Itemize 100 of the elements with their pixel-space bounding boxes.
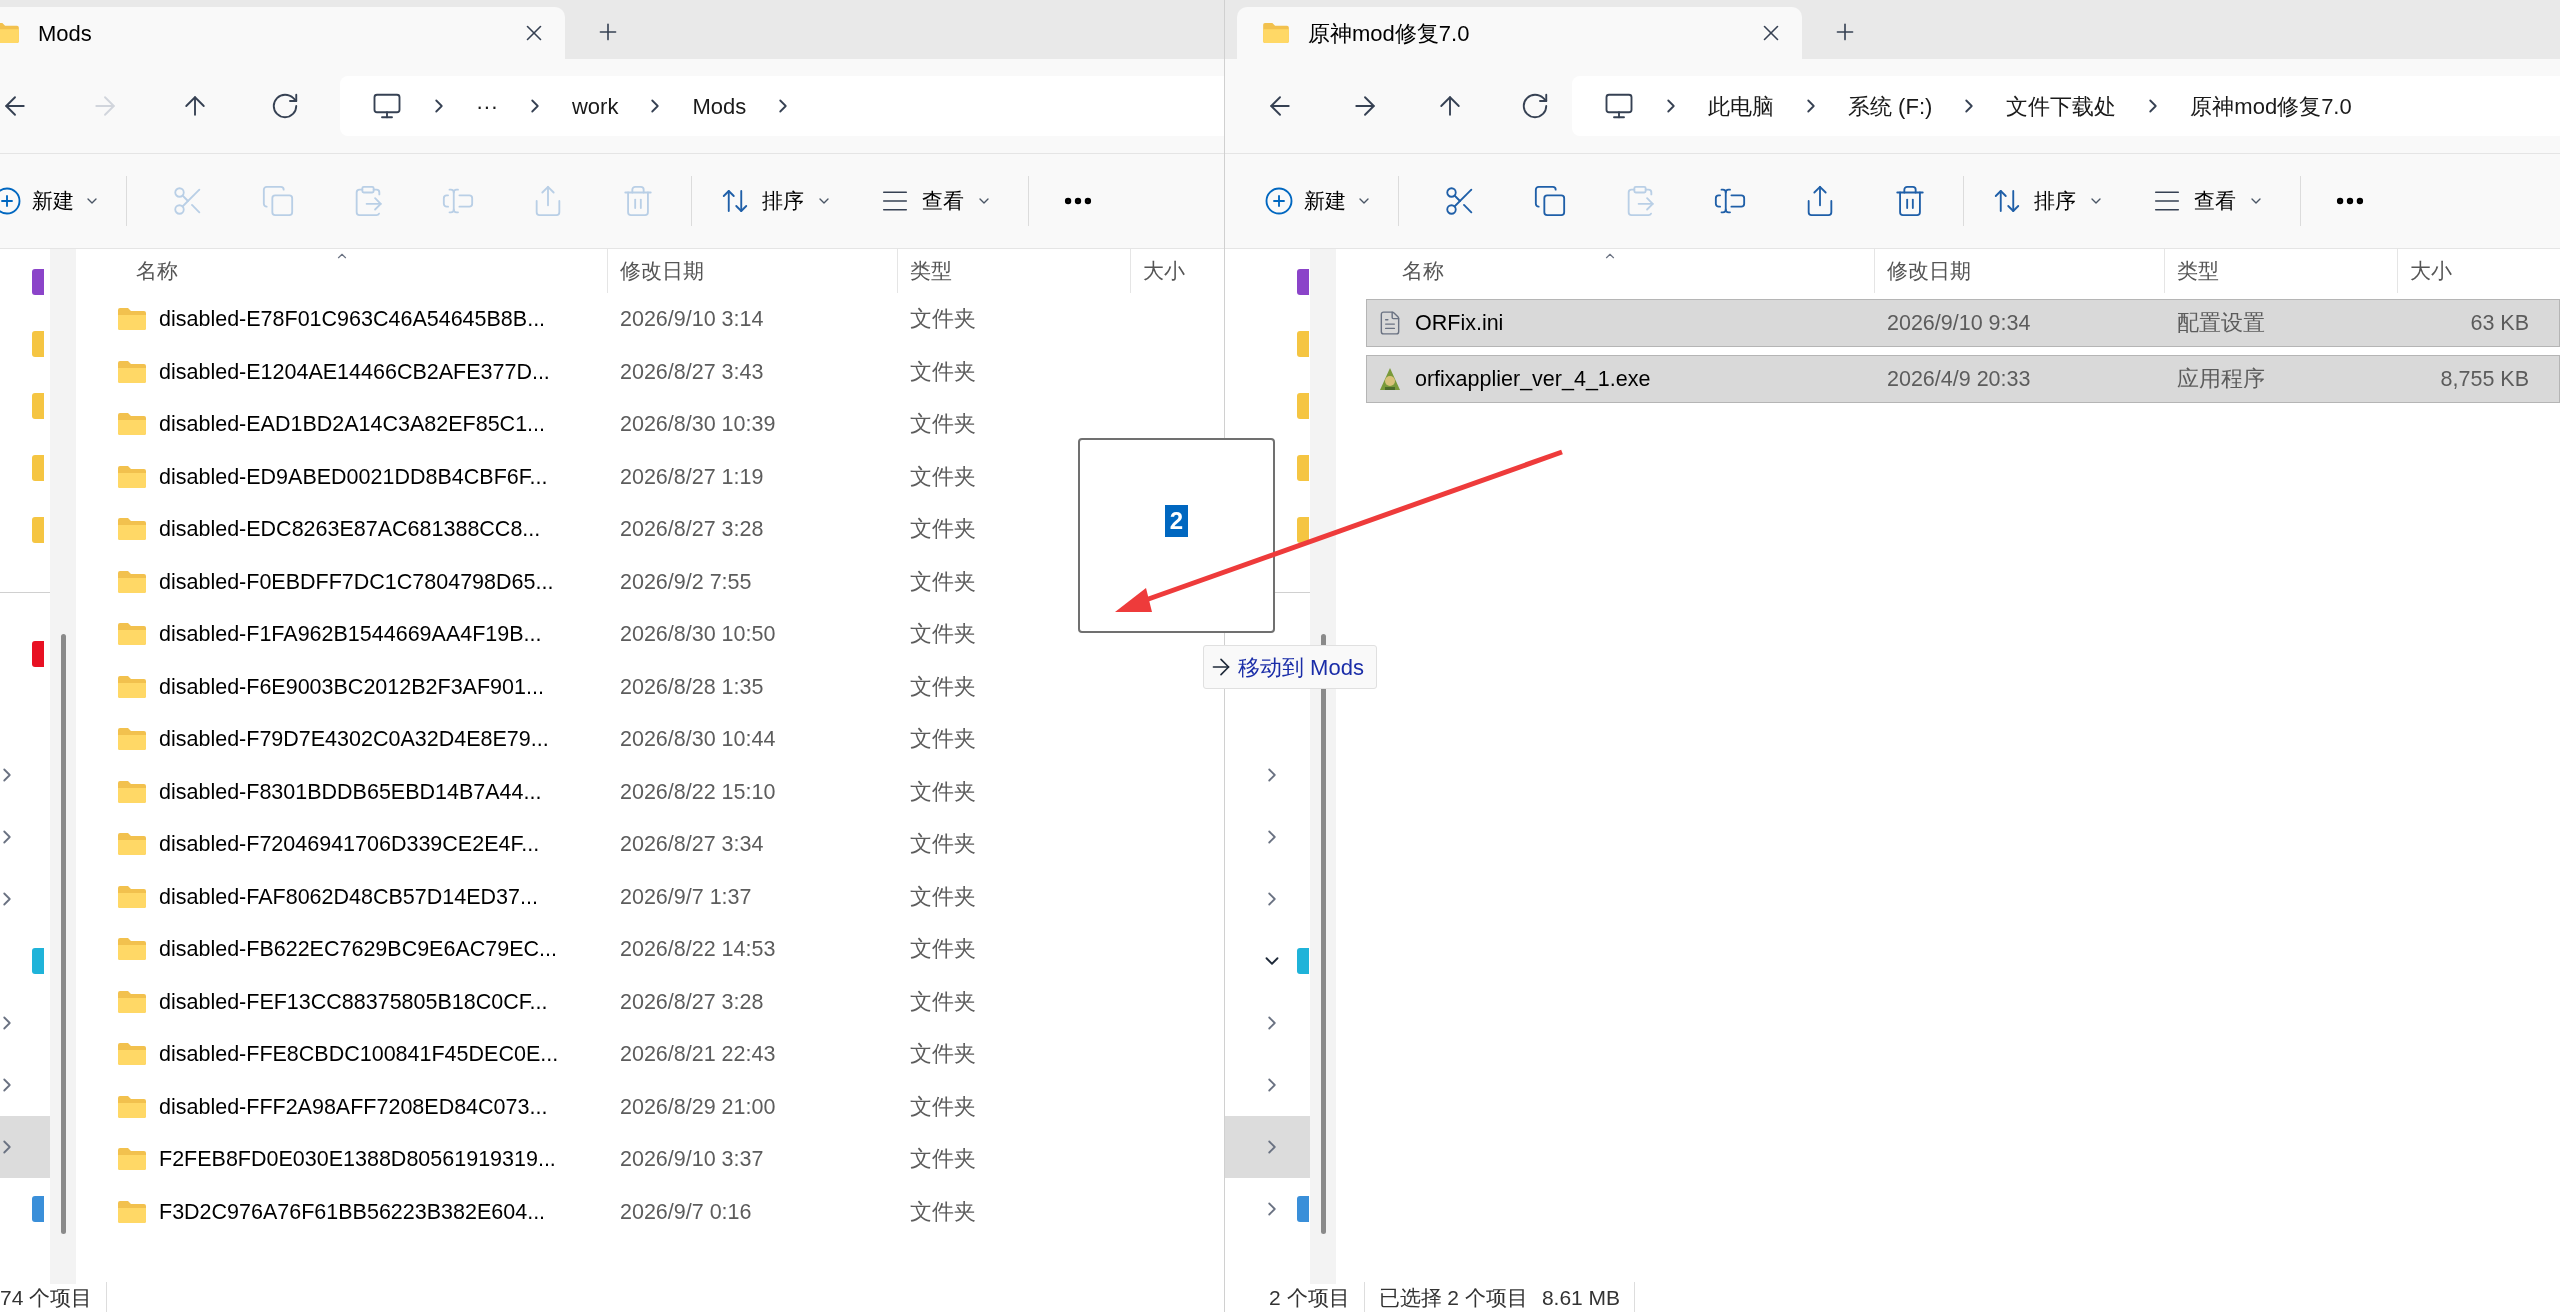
file-row[interactable]: disabled-F0EBDFF7DC1C7804798D65... 2026/9/2 7:55 文件夹 bbox=[76, 555, 1224, 608]
file-name: disabled-E1204AE14466CB2AFE377D... bbox=[159, 358, 550, 386]
sort-button[interactable]: 排序 bbox=[1978, 173, 2118, 229]
file-type: 文件夹 bbox=[909, 673, 976, 701]
folder-icon bbox=[1262, 22, 1290, 44]
view-button[interactable]: 查看 bbox=[866, 173, 1006, 229]
file-type: 文件夹 bbox=[909, 463, 976, 491]
column-heading[interactable]: 类型 bbox=[2177, 255, 2219, 287]
file-row[interactable]: disabled-ED9ABED0021DD8B4CBF6F... 2026/8/27 1:19 文件夹 bbox=[76, 450, 1224, 503]
file-type: 文件夹 bbox=[909, 621, 976, 649]
file-name: disabled-FB622EC7629BC9E6AC79EC... bbox=[159, 936, 557, 964]
file-row[interactable]: disabled-FFE8CBDC100841F45DEC0E... 2026/8/21 22:43 文件夹 bbox=[76, 1028, 1224, 1081]
file-row[interactable]: disabled-E78F01C963C46A54645B8B... 2026/9/10 3:14 文件夹 bbox=[76, 293, 1224, 346]
column-heading[interactable]: 大小 bbox=[1143, 255, 1185, 287]
column-heading[interactable]: 大小 bbox=[2410, 255, 2452, 287]
column-heading[interactable]: 名称 bbox=[136, 255, 178, 287]
new-button[interactable]: 新建 bbox=[0, 173, 104, 229]
modified-date: 2026/8/29 21:00 bbox=[619, 1093, 776, 1121]
column-heading[interactable]: 修改日期 bbox=[1887, 255, 1971, 287]
refresh-icon[interactable] bbox=[1520, 91, 1550, 121]
refresh-icon[interactable] bbox=[270, 91, 300, 121]
column-heading[interactable]: 修改日期 bbox=[620, 255, 704, 287]
modified-date: 2026/8/27 3:34 bbox=[619, 831, 764, 859]
file-name: disabled-ED9ABED0021DD8B4CBF6F... bbox=[159, 463, 548, 491]
new-button[interactable]: 新建 bbox=[1260, 173, 1376, 229]
modified-date: 2026/8/27 3:43 bbox=[619, 358, 764, 386]
status-text: 2 个项目 bbox=[1268, 1285, 1351, 1312]
file-type: 配置设置 bbox=[2176, 309, 2265, 337]
column-heading[interactable]: 名称 bbox=[1402, 255, 1444, 287]
file-name: F2FEB8FD0E030E1388D80561919319... bbox=[159, 1146, 556, 1174]
file-row[interactable]: F2FEB8FD0E030E1388D80561919319... 2026/9/10 3:37 文件夹 bbox=[76, 1133, 1224, 1186]
folder-icon bbox=[117, 937, 147, 962]
view-button[interactable]: 查看 bbox=[2138, 173, 2278, 229]
file-name: disabled-F0EBDFF7DC1C7804798D65... bbox=[159, 568, 554, 596]
breadcrumb[interactable]: 原神mod修复7.0 bbox=[2190, 89, 2352, 123]
file-row[interactable]: ORFix.ini 2026/9/10 9:34 配置设置 63 KB bbox=[1366, 299, 2560, 347]
modified-date: 2026/8/30 10:44 bbox=[619, 726, 776, 754]
file-row[interactable]: disabled-F8301BDDB65EBD14B7A44... 2026/8/22 15:10 文件夹 bbox=[76, 765, 1224, 818]
file-type: 文件夹 bbox=[909, 306, 976, 334]
file-row[interactable]: disabled-F79D7E4302C0A32D4E8E79... 2026/8/30 10:44 文件夹 bbox=[76, 713, 1224, 766]
plus-icon bbox=[1264, 186, 1294, 216]
file-row[interactable]: F3D2C976A76F61BB56223B382E604... 2026/9/7 0:16 文件夹 bbox=[76, 1185, 1224, 1238]
folder-icon bbox=[117, 517, 147, 542]
file-name: disabled-F79D7E4302C0A32D4E8E79... bbox=[159, 726, 549, 754]
file-row[interactable]: disabled-FEF13CC88375805B18C0CF... 2026/8/27 3:28 文件夹 bbox=[76, 975, 1224, 1028]
sort-button[interactable]: 排序 bbox=[706, 173, 846, 229]
file-row[interactable]: disabled-FFF2A98AFF7208ED84C073... 2026/8/29 21:00 文件夹 bbox=[76, 1080, 1224, 1133]
status-text: 已选择 2 个项目 bbox=[1363, 1282, 1542, 1312]
breadcrumb[interactable]: Mods bbox=[692, 89, 747, 123]
file-row[interactable]: disabled-F1FA962B1544669AA4F19B... 2026/8/30 10:50 文件夹 bbox=[76, 608, 1224, 661]
folder-icon bbox=[117, 727, 147, 752]
file-type: 文件夹 bbox=[909, 726, 976, 754]
file-name: orfixapplier_ver_4_1.exe bbox=[1415, 365, 1651, 393]
folder-icon bbox=[117, 412, 147, 437]
file-type: 文件夹 bbox=[909, 1041, 976, 1069]
breadcrumb[interactable]: ··· bbox=[476, 89, 498, 123]
file-row[interactable]: disabled-F72046941706D339CE2E4F... 2026/8/27 3:34 文件夹 bbox=[76, 818, 1224, 871]
folder-icon bbox=[117, 779, 147, 804]
folder-icon bbox=[117, 307, 147, 332]
copy-icon[interactable] bbox=[1533, 184, 1567, 218]
column-heading[interactable]: 类型 bbox=[910, 255, 952, 287]
file-name: disabled-F8301BDDB65EBD14B7A44... bbox=[159, 778, 542, 806]
file-name: disabled-F6E9003BC2012B2F3AF901... bbox=[159, 673, 544, 701]
file-type: 文件夹 bbox=[909, 358, 976, 386]
computer-icon bbox=[372, 91, 402, 121]
modified-date: 2026/9/10 9:34 bbox=[1886, 309, 2031, 337]
file-size: 63 KB bbox=[2470, 309, 2530, 337]
delete-icon[interactable] bbox=[1893, 184, 1927, 218]
file-row[interactable]: disabled-FAF8062D48CB57D14ED37... 2026/9/7 1:37 文件夹 bbox=[76, 870, 1224, 923]
file-type: 文件夹 bbox=[909, 516, 976, 544]
modified-date: 2026/8/22 14:53 bbox=[619, 936, 776, 964]
scrollbar-thumb[interactable] bbox=[60, 634, 66, 1234]
computer-icon bbox=[1604, 91, 1634, 121]
folder-icon bbox=[117, 569, 147, 594]
address-bar[interactable]: ··· work Mods bbox=[340, 76, 1224, 136]
breadcrumb[interactable]: 此电脑 bbox=[1708, 89, 1774, 123]
file-name: disabled-FAF8062D48CB57D14ED37... bbox=[159, 883, 538, 911]
file-type: 文件夹 bbox=[909, 1093, 976, 1121]
file-row[interactable]: orfixapplier_ver_4_1.exe 2026/4/9 20:33 应用程序 8,755 KB bbox=[1366, 355, 2560, 403]
address-bar[interactable]: 此电脑 系统 (F:) 文件下载处 原神mod修复7.0 bbox=[1572, 76, 2560, 136]
file-row[interactable]: disabled-EAD1BD2A14C3A82EF85C1... 2026/8/30 10:39 文件夹 bbox=[76, 398, 1224, 451]
status-text: 74 个项目 bbox=[0, 1282, 108, 1312]
modified-date: 2026/4/9 20:33 bbox=[1886, 365, 2031, 393]
file-type: 文件夹 bbox=[909, 883, 976, 911]
tooltip-text: 移动到 Mods bbox=[1238, 653, 1365, 682]
modified-date: 2026/8/27 3:28 bbox=[619, 988, 764, 1016]
breadcrumb[interactable]: work bbox=[572, 89, 619, 123]
file-name: disabled-FEF13CC88375805B18C0CF... bbox=[159, 988, 548, 1016]
breadcrumb[interactable]: 系统 (F:) bbox=[1848, 89, 1933, 123]
file-row[interactable]: disabled-E1204AE14466CB2AFE377D... 2026/8/27 3:43 文件夹 bbox=[76, 345, 1224, 398]
file-type: 应用程序 bbox=[2176, 365, 2265, 393]
folder-icon bbox=[117, 674, 147, 699]
modified-date: 2026/9/2 7:55 bbox=[619, 568, 752, 596]
folder-icon bbox=[117, 464, 147, 489]
window-tab[interactable]: Mods bbox=[0, 7, 565, 59]
file-size: 8,755 KB bbox=[2440, 365, 2530, 393]
window-tab[interactable]: 原神mod修复7.0 bbox=[1237, 7, 1802, 59]
file-row[interactable]: disabled-FB622EC7629BC9E6AC79EC... 2026/8/22 14:53 文件夹 bbox=[76, 923, 1224, 976]
file-row[interactable]: disabled-F6E9003BC2012B2F3AF901... 2026/8/28 1:35 文件夹 bbox=[76, 660, 1224, 713]
breadcrumb[interactable]: 文件下载处 bbox=[2006, 89, 2117, 123]
